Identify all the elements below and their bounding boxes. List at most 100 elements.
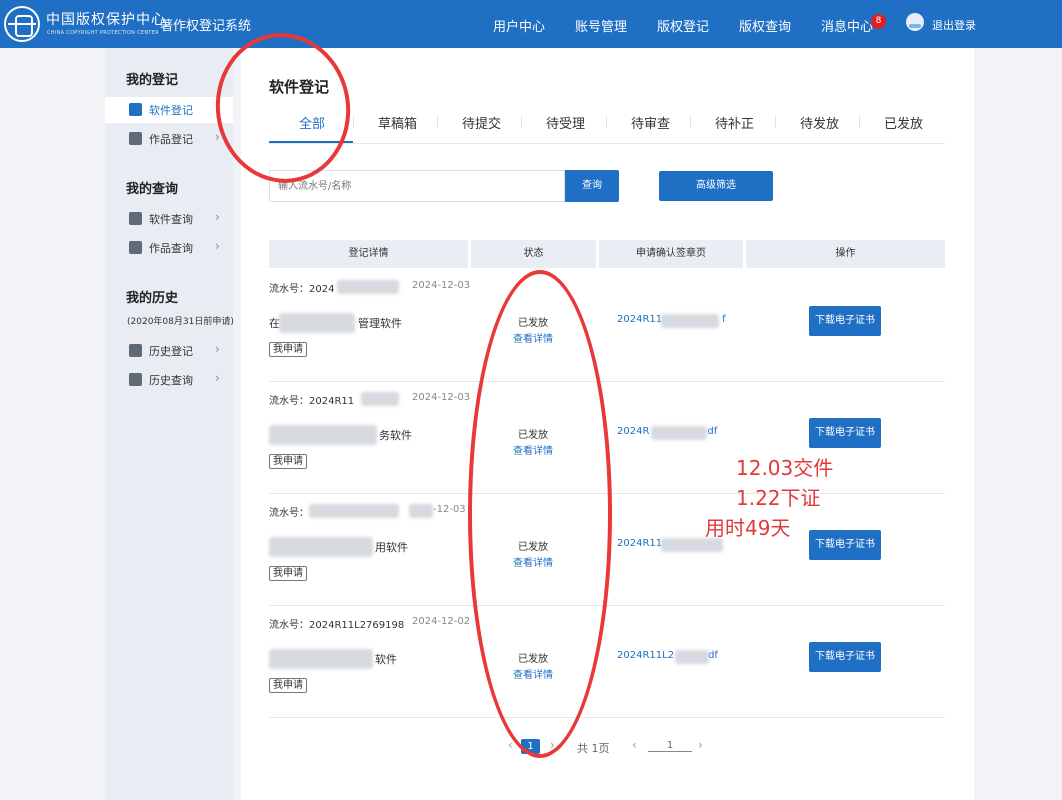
redaction-blur (409, 504, 433, 518)
download-certificate-button[interactable]: 下载电子证书 (809, 530, 881, 560)
serial-number: 流水号：2024R11 (269, 396, 355, 407)
redaction-blur (337, 280, 399, 294)
download-certificate-button[interactable]: 下载电子证书 (809, 642, 881, 672)
tab-divider (775, 116, 776, 128)
applicant-tag: 我申请 (269, 342, 307, 357)
logo-subtitle: CHINA COPYRIGHT PROTECTION CENTER (47, 30, 159, 36)
sidebar-item-label: 作品查询 (149, 242, 193, 255)
annotation-text-line: 用时49天 (705, 516, 791, 540)
nav-copyright-query[interactable]: 版权查询 (739, 16, 791, 35)
logo-text: 中国版权保护中心 (46, 12, 166, 28)
image-doc-icon (129, 241, 142, 254)
sidebar-item-label: 历史查询 (149, 374, 193, 387)
system-title: 著作权登记系统 (160, 19, 252, 34)
submit-date: 2024-12-03 (412, 280, 471, 291)
code-doc-icon (129, 373, 142, 386)
download-certificate-button[interactable]: 下载电子证书 (809, 306, 881, 336)
chevron-right-icon: › (215, 130, 220, 144)
logout-link[interactable]: 退出登录 (932, 17, 976, 33)
tab-pending-issue[interactable]: 待发放 (800, 113, 839, 132)
table-header-signature-page: 申请确认签章页 (599, 240, 743, 268)
tab-divider (606, 116, 607, 128)
tab-divider (859, 116, 860, 128)
nav-message-center[interactable]: 消息中心 (821, 16, 873, 35)
sidebar-item-label: 作品登记 (149, 133, 193, 146)
search-button[interactable]: 查询 (565, 170, 619, 202)
tabs-divider (269, 143, 945, 144)
goto-prev-icon[interactable]: ‹ (632, 738, 637, 752)
sidebar-section-my-registrations: 我的登记 (126, 73, 179, 88)
submit-date: -12-03 (433, 504, 466, 515)
tab-issued[interactable]: 已发放 (884, 113, 923, 132)
redaction-blur (661, 314, 719, 328)
serial-number: 流水号： (269, 508, 309, 519)
goto-next-icon[interactable]: › (698, 738, 703, 752)
applicant-tag: 我申请 (269, 566, 307, 581)
nav-user-center[interactable]: 用户中心 (493, 16, 545, 35)
sidebar: 我的登记 软件登记 作品登记 › 我的查询 软件查询 › 作品查询 › 我的历史… (105, 48, 234, 800)
chevron-right-icon: › (215, 371, 220, 385)
redaction-blur (675, 650, 709, 664)
sidebar-item-software-query[interactable]: 软件查询 › (105, 206, 233, 232)
code-doc-icon (129, 344, 142, 357)
nav-copyright-registration[interactable]: 版权登记 (657, 16, 709, 35)
message-count-badge: 8 (871, 14, 886, 29)
tab-divider (521, 116, 522, 128)
applicant-tag: 我申请 (269, 454, 307, 469)
sidebar-item-label: 历史登记 (149, 345, 193, 358)
main-content: 软件登记 全部 草稿箱 待提交 待受理 待审查 待补正 待发放 已发放 查询 高… (241, 48, 974, 800)
annotation-ellipse-status (468, 270, 612, 758)
table-header-details: 登记详情 (269, 240, 468, 268)
chevron-right-icon: › (215, 342, 220, 356)
page-total: 共 1页 (577, 742, 610, 755)
table-row: 流水号：2024R11L2769198 2024-12-02 软件 我申请 已发… (269, 606, 945, 718)
redaction-blur (279, 313, 355, 333)
sidebar-section-my-history: 我的历史 (126, 291, 179, 306)
applicant-tag: 我申请 (269, 678, 307, 693)
history-date-note: (2020年08月31日前申请) (127, 317, 234, 327)
top-navbar: 中国版权保护中心 CHINA COPYRIGHT PROTECTION CENT… (0, 0, 1062, 48)
tab-pending-submit[interactable]: 待提交 (462, 113, 501, 132)
tab-pending-review[interactable]: 待审查 (631, 113, 670, 132)
download-certificate-button[interactable]: 下载电子证书 (809, 418, 881, 448)
code-doc-icon (129, 212, 142, 225)
tab-divider (690, 116, 691, 128)
submit-date: 2024-12-02 (412, 616, 471, 627)
serial-number: 流水号：2024R11L2769198 (269, 620, 405, 631)
table-row: 流水号：2024 2024-12-03 在管理软件 我申请 已发放 查看详情 2… (269, 270, 945, 382)
image-doc-icon (129, 132, 142, 145)
redaction-blur (269, 649, 373, 669)
tab-drafts[interactable]: 草稿箱 (378, 113, 417, 132)
tab-divider (353, 116, 354, 128)
page-goto-input[interactable]: 1 (648, 740, 692, 752)
table-header-status: 状态 (471, 240, 596, 268)
sidebar-item-history-query[interactable]: 历史查询 › (105, 367, 233, 393)
sidebar-item-label: 软件登记 (149, 104, 193, 117)
sidebar-item-work-registration[interactable]: 作品登记 › (105, 126, 233, 152)
chevron-right-icon: › (215, 239, 220, 253)
redaction-blur (309, 504, 399, 518)
sidebar-item-label: 软件查询 (149, 213, 193, 226)
annotation-text-line: 12.03交件 (736, 456, 834, 480)
redaction-blur (651, 426, 707, 440)
sidebar-item-work-query[interactable]: 作品查询 › (105, 235, 233, 261)
code-doc-icon (129, 103, 142, 116)
redaction-blur (269, 425, 377, 445)
redaction-blur (361, 392, 399, 406)
advanced-filter-button[interactable]: 高级筛选 (659, 171, 773, 201)
copyright-logo-icon (4, 6, 40, 42)
chevron-right-icon: › (215, 210, 220, 224)
sidebar-section-my-queries: 我的查询 (126, 182, 179, 197)
tab-pending-accept[interactable]: 待受理 (546, 113, 585, 132)
sidebar-item-software-registration[interactable]: 软件登记 (105, 97, 233, 123)
redaction-blur (269, 537, 373, 557)
sidebar-item-history-registration[interactable]: 历史登记 › (105, 338, 233, 364)
nav-account-management[interactable]: 账号管理 (575, 16, 627, 35)
serial-number: 流水号：2024 (269, 284, 335, 295)
avatar[interactable] (906, 13, 924, 31)
annotation-text-line: 1.22下证 (736, 486, 821, 510)
tab-divider (437, 116, 438, 128)
tab-pending-correction[interactable]: 待补正 (715, 113, 754, 132)
submit-date: 2024-12-03 (412, 392, 471, 403)
table-header-actions: 操作 (746, 240, 945, 268)
